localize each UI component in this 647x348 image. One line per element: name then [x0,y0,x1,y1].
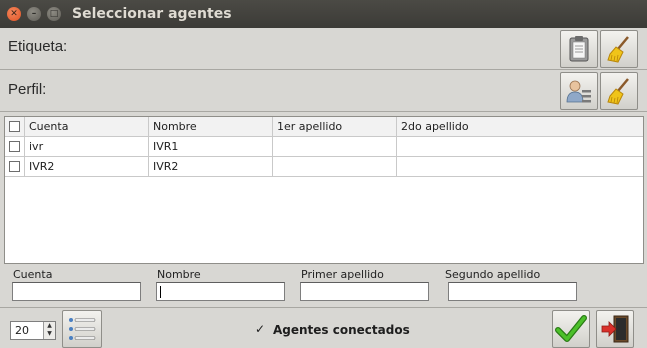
search-primer-apellido-input[interactable] [300,282,429,301]
broom-icon [607,78,629,105]
tag-filter-panel: Etiqueta: [0,28,647,70]
exit-button[interactable] [596,310,634,348]
list-options-button[interactable] [62,310,102,348]
list-icon [69,318,96,340]
cell-nombre: IVR2 [149,157,273,177]
search-segundo-apellido-input[interactable] [448,282,577,301]
broom-icon [607,36,629,63]
minimize-icon[interactable]: – [27,7,41,21]
select-all-checkbox[interactable] [9,121,20,132]
profile-label: Perfil: [8,81,47,98]
title-bar: ✕ – □ Seleccionar agentes [0,0,647,28]
agents-table: Cuenta Nombre 1er apellido 2do apellido … [4,116,644,264]
spin-up-icon[interactable]: ▲ [44,322,55,330]
table-header: Cuenta Nombre 1er apellido 2do apellido [5,117,643,137]
cell-apellido1 [273,137,397,157]
cell-nombre: IVR1 [149,137,273,157]
search-primer-apellido-label: Primer apellido [301,268,384,281]
search-cuenta-input[interactable] [12,282,141,301]
accept-button[interactable] [552,310,590,348]
row-checkbox[interactable] [9,161,20,172]
cell-cuenta: ivr [25,137,149,157]
user-list-icon [566,80,591,103]
column-header-cuenta[interactable]: Cuenta [25,117,149,137]
page-size-value: 20 [15,324,29,337]
tag-label: Etiqueta: [8,38,68,55]
close-icon[interactable]: ✕ [7,7,21,21]
maximize-icon[interactable]: □ [47,7,61,21]
table-row[interactable]: ivr IVR1 [5,137,643,157]
search-cuenta-label: Cuenta [13,268,53,281]
column-header-apellido1[interactable]: 1er apellido [273,117,397,137]
column-header-nombre[interactable]: Nombre [149,117,273,137]
bottom-toolbar: 20 ▲ ▼ ✓ Agentes conectados [0,307,647,348]
window-title: Seleccionar agentes [72,6,232,22]
clear-profile-button[interactable] [600,72,638,110]
select-tag-button[interactable] [560,30,598,68]
text-caret [160,286,161,298]
cell-cuenta: IVR2 [25,157,149,177]
connected-agents-label[interactable]: Agentes conectados [273,323,410,337]
search-nombre-label: Nombre [157,268,201,281]
cell-apellido2 [397,137,643,157]
row-checkbox[interactable] [9,141,20,152]
select-profile-button[interactable] [560,72,598,110]
exit-door-icon [601,315,629,343]
column-header-apellido2[interactable]: 2do apellido [397,117,643,137]
spin-down-icon[interactable]: ▼ [44,330,55,338]
cell-apellido2 [397,157,643,177]
table-row[interactable]: IVR2 IVR2 [5,157,643,177]
clear-tag-button[interactable] [600,30,638,68]
page-size-spinner[interactable]: 20 ▲ ▼ [10,321,56,340]
search-nombre-input[interactable] [156,282,285,301]
search-segundo-apellido-label: Segundo apellido [445,268,541,281]
cell-apellido1 [273,157,397,177]
connected-agents-checkbox[interactable]: ✓ [255,323,266,335]
clipboard-icon [569,36,589,62]
checkmark-icon [555,315,587,342]
profile-filter-panel: Perfil: [0,70,647,112]
